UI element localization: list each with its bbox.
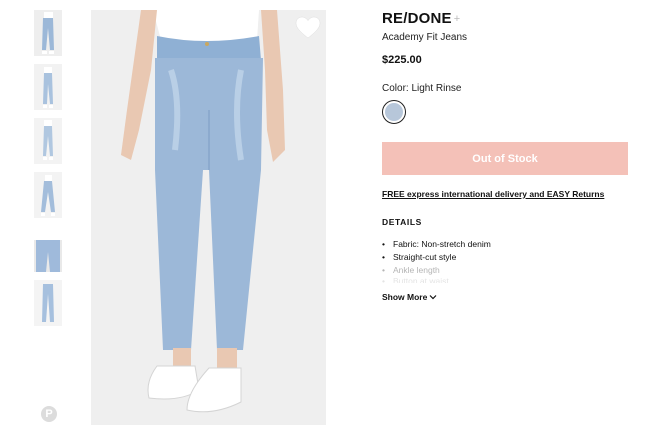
jeans-side-thumbnail — [34, 64, 62, 110]
list-item: Straight-cut style — [382, 251, 628, 264]
follow-brand-icon[interactable]: + — [454, 13, 460, 25]
product-name: Academy Fit Jeans — [382, 32, 468, 43]
list-item: Ankle length — [382, 264, 628, 277]
model-in-jeans-image — [91, 10, 326, 425]
brand-name[interactable]: RE/DONE — [382, 10, 452, 27]
thumbnail-3[interactable] — [34, 118, 62, 164]
list-item: Fabric: Non-stretch denim — [382, 238, 628, 251]
main-product-image — [91, 10, 326, 425]
pinterest-icon[interactable]: P — [41, 406, 57, 422]
product-price: $225.00 — [382, 54, 422, 66]
jeans-back-thumbnail — [34, 118, 62, 164]
color-label: Color: Light Rinse — [382, 83, 462, 94]
thumbnail-4[interactable] — [34, 172, 62, 218]
jeans-flat-thumbnail — [34, 280, 62, 326]
details-list: Fabric: Non-stretch denim Straight-cut s… — [382, 238, 628, 283]
heart-icon[interactable] — [295, 16, 321, 40]
product-info-panel: RE/DONE + Academy Fit Jeans $225.00 Colo… — [382, 10, 628, 302]
swatch-fill — [385, 103, 403, 121]
thumbnail-6[interactable] — [34, 280, 62, 326]
jeans-walking-thumbnail — [34, 172, 62, 218]
chevron-down-icon — [429, 295, 437, 300]
thumbnail-2[interactable] — [34, 64, 62, 110]
brand-row: RE/DONE + — [382, 10, 628, 27]
list-item: Button at waist — [382, 277, 628, 283]
thumbnail-1[interactable] — [34, 10, 62, 56]
show-more-label: Show More — [382, 292, 428, 302]
show-more-button[interactable]: Show More — [382, 292, 628, 302]
delivery-returns-link[interactable]: FREE express international delivery and … — [382, 189, 628, 199]
color-swatch-light-rinse[interactable] — [382, 100, 406, 124]
out-of-stock-button[interactable]: Out of Stock — [382, 142, 628, 175]
jeans-closeup-thumbnail — [34, 226, 62, 272]
details-heading: DETAILS — [382, 217, 422, 227]
jeans-front-thumbnail — [34, 10, 62, 56]
thumbnail-5[interactable] — [34, 226, 62, 272]
